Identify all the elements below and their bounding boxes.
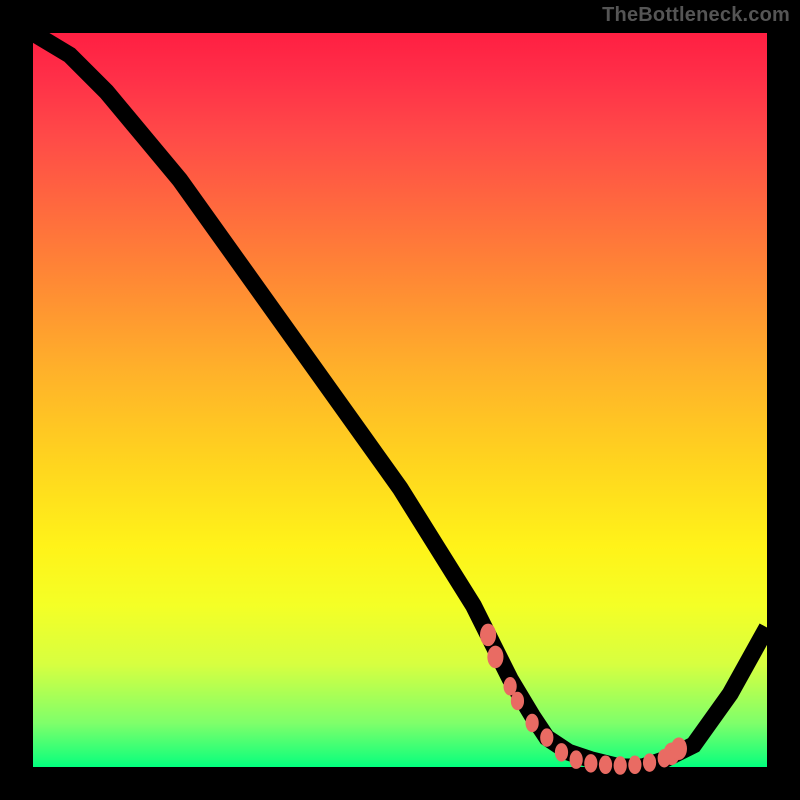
data-dot [511, 692, 524, 710]
watermark-text: TheBottleneck.com [602, 4, 790, 27]
data-dot [555, 743, 568, 761]
data-dot [480, 624, 496, 647]
data-dot [584, 754, 597, 772]
data-dot [599, 756, 612, 774]
chart-frame: TheBottleneck.com [0, 0, 800, 800]
data-dot [526, 714, 539, 732]
data-dot [671, 737, 687, 760]
data-dot [643, 753, 656, 771]
data-dot [614, 756, 627, 774]
data-dot [628, 756, 641, 774]
plot-svg [33, 33, 767, 767]
plot-area [33, 33, 767, 767]
bottleneck-curve [33, 33, 767, 767]
data-dot [570, 750, 583, 768]
data-dot [487, 646, 503, 669]
data-dot [540, 728, 553, 746]
